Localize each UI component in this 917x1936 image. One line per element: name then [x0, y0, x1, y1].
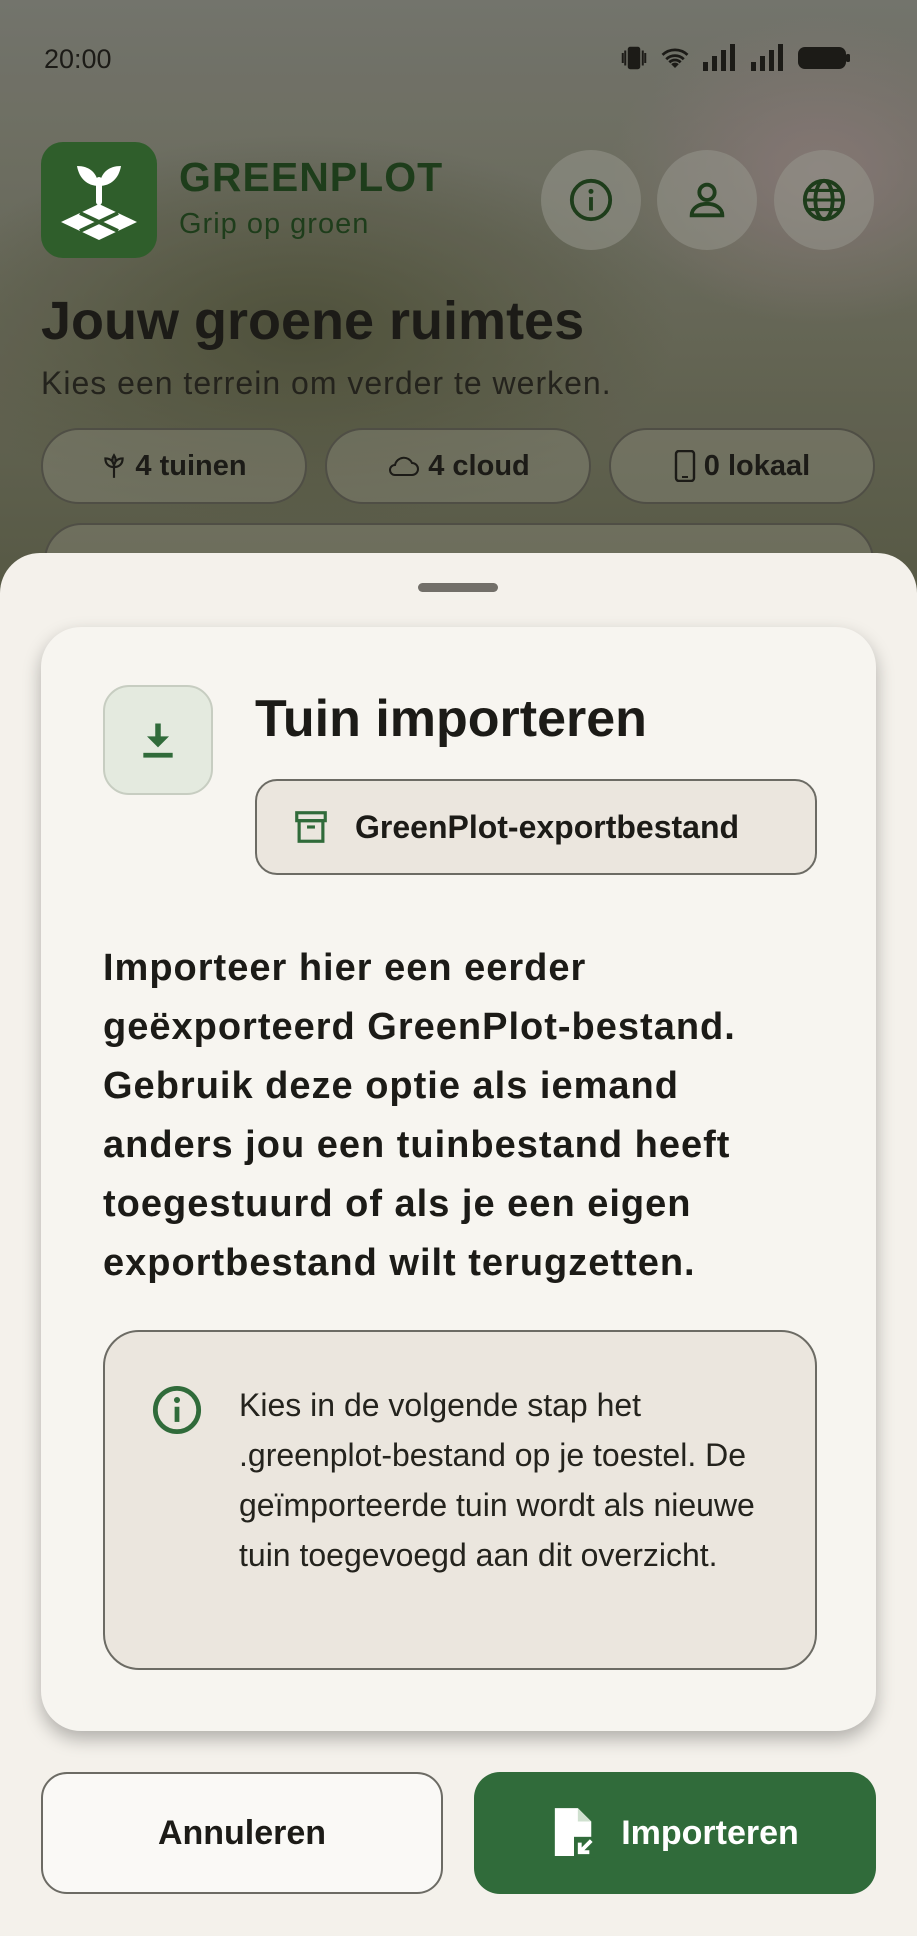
- info-icon: [152, 1385, 202, 1435]
- info-callout: Kies in de volgende stap het .greenplot-…: [103, 1330, 817, 1670]
- import-description: Importeer hier een eerder geëxporteerd G…: [103, 947, 736, 1284]
- archive-icon: [291, 807, 331, 847]
- account-button[interactable]: [657, 150, 757, 250]
- file-type-chip: GreenPlot-exportbestand: [255, 779, 817, 875]
- download-icon: [143, 723, 173, 758]
- app-header: GREENPLOT Grip op groen: [41, 142, 881, 262]
- signal-icon-2: [749, 43, 787, 77]
- language-button[interactable]: [774, 150, 874, 250]
- cancel-label: Annuleren: [157, 1813, 327, 1852]
- import-label: Importeren: [621, 1813, 799, 1852]
- vibrate-icon: [619, 43, 649, 78]
- person-icon: [689, 182, 725, 218]
- signal-icon: [701, 43, 739, 77]
- import-button[interactable]: Importeren: [474, 1772, 876, 1894]
- status-time: 20:00: [44, 44, 112, 74]
- brand-name: GREENPLOT: [179, 154, 444, 200]
- stat-pill-local: 0 lokaal: [609, 428, 875, 504]
- drag-handle[interactable]: [418, 583, 498, 592]
- stat-pill-gardens: 4 tuinen: [41, 428, 307, 504]
- download-icon-box: [103, 685, 213, 795]
- page-title: Jouw groene ruimtes: [41, 291, 585, 351]
- wifi-icon: [659, 43, 691, 78]
- brand-tagline: Grip op groen: [179, 208, 370, 240]
- cancel-button[interactable]: Annuleren: [41, 1772, 443, 1894]
- greenplot-logo: [41, 142, 157, 258]
- stat-label: 4 tuinen: [135, 449, 247, 482]
- cloud-icon: [389, 456, 420, 476]
- status-bar: 20:00: [0, 0, 917, 120]
- plant-icon: [104, 453, 125, 478]
- info-text: Kies in de volgende stap het .greenplot-…: [239, 1387, 755, 1573]
- stat-label: 0 lokaal: [703, 449, 811, 482]
- file-type-label: GreenPlot-exportbestand: [355, 808, 740, 845]
- page-subtitle: Kies een terrein om verder te werken.: [41, 365, 612, 401]
- import-card: Tuin importeren GreenPlot-exportbestand …: [41, 627, 876, 1731]
- info-button[interactable]: [541, 150, 641, 250]
- battery-icon: [797, 44, 851, 77]
- info-icon: [569, 178, 613, 222]
- sheet-title: Tuin importeren: [255, 690, 647, 748]
- stat-label: 4 cloud: [428, 449, 530, 482]
- stat-pill-cloud: 4 cloud: [325, 428, 591, 504]
- file-import-icon: [555, 1808, 596, 1858]
- status-icons: [619, 43, 851, 78]
- globe-icon: [802, 178, 846, 222]
- phone-icon: [674, 450, 695, 482]
